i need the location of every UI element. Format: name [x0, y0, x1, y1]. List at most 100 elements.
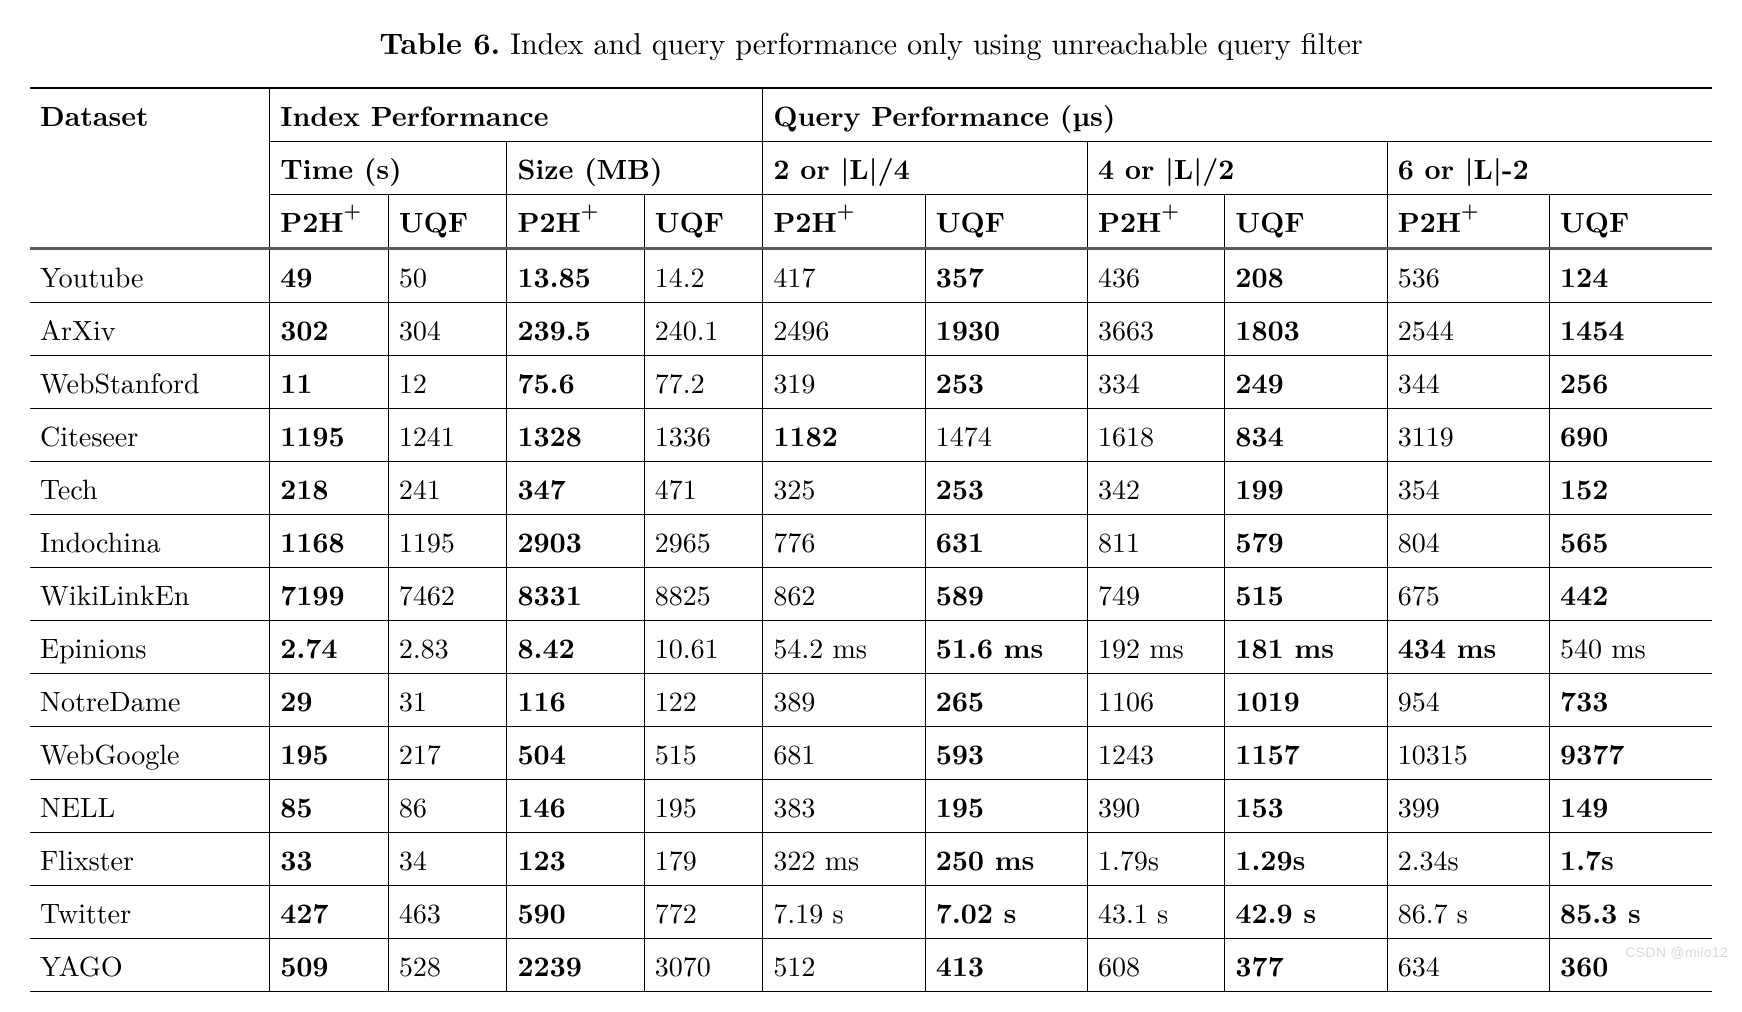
- cell-t_p2h: 302: [270, 303, 389, 356]
- cell-s_uqf: 471: [644, 462, 763, 515]
- cell-t_p2h: 85: [270, 780, 389, 833]
- cell-q1u: 195: [925, 780, 1087, 833]
- col-time-uqf: UQF: [388, 195, 507, 249]
- dataset-name: Twitter: [30, 886, 270, 939]
- cell-q1u: 51.6 ms: [925, 621, 1087, 674]
- table-row: Tech218241347471325253342199354152: [30, 462, 1712, 515]
- cell-t_p2h: 49: [270, 249, 389, 303]
- cell-q2p: 1618: [1088, 409, 1225, 462]
- dataset-name: Youtube: [30, 249, 270, 303]
- cell-q1p: 776: [763, 515, 925, 568]
- col-q3-uqf: UQF: [1550, 195, 1713, 249]
- col-q2: 4 or |L|/2: [1088, 142, 1388, 195]
- cell-t_uqf: 463: [388, 886, 507, 939]
- dataset-name: ArXiv: [30, 303, 270, 356]
- cell-q2u: 208: [1225, 249, 1387, 303]
- table-row: WikiLinkEn719974628331882586258974951567…: [30, 568, 1712, 621]
- cell-t_uqf: 31: [388, 674, 507, 727]
- col-time: Time (s): [270, 142, 507, 195]
- cell-q3p: 86.7 s: [1387, 886, 1549, 939]
- cell-q3p: 634: [1387, 939, 1549, 992]
- cell-q3p: 536: [1387, 249, 1549, 303]
- cell-t_p2h: 1168: [270, 515, 389, 568]
- cell-s_p2h: 2239: [507, 939, 644, 992]
- header-row-3: P2H+ UQF P2H+ UQF P2H+ UQF P2H+ UQF P2H+…: [30, 195, 1712, 249]
- cell-q3u: 540 ms: [1550, 621, 1713, 674]
- cell-q2p: 390: [1088, 780, 1225, 833]
- cell-s_p2h: 13.85: [507, 249, 644, 303]
- cell-t_p2h: 33: [270, 833, 389, 886]
- col-time-p2h: P2H+: [270, 195, 389, 249]
- cell-t_uqf: 304: [388, 303, 507, 356]
- table-label: Table 6.: [379, 20, 500, 63]
- cell-q2u: 1.29s: [1225, 833, 1387, 886]
- cell-s_uqf: 14.2: [644, 249, 763, 303]
- cell-t_uqf: 1195: [388, 515, 507, 568]
- col-query-performance: Query Performance (µs): [763, 88, 1712, 142]
- cell-q3p: 3119: [1387, 409, 1549, 462]
- cell-q1p: 325: [763, 462, 925, 515]
- cell-q2p: 334: [1088, 356, 1225, 409]
- cell-q1p: 417: [763, 249, 925, 303]
- cell-t_uqf: 86: [388, 780, 507, 833]
- cell-q1p: 54.2 ms: [763, 621, 925, 674]
- cell-q1p: 681: [763, 727, 925, 780]
- dataset-name: Citeseer: [30, 409, 270, 462]
- col-size-uqf: UQF: [644, 195, 763, 249]
- cell-q2u: 249: [1225, 356, 1387, 409]
- cell-s_p2h: 123: [507, 833, 644, 886]
- cell-t_p2h: 509: [270, 939, 389, 992]
- table-row: Indochina1168119529032965776631811579804…: [30, 515, 1712, 568]
- cell-q1u: 253: [925, 356, 1087, 409]
- cell-t_uqf: 12: [388, 356, 507, 409]
- cell-q1u: 357: [925, 249, 1087, 303]
- cell-s_p2h: 8.42: [507, 621, 644, 674]
- cell-t_p2h: 7199: [270, 568, 389, 621]
- cell-q3p: 675: [1387, 568, 1549, 621]
- dataset-name: WikiLinkEn: [30, 568, 270, 621]
- cell-q3u: 124: [1550, 249, 1713, 303]
- header-row-1: Dataset Index Performance Query Performa…: [30, 88, 1712, 142]
- cell-t_uqf: 528: [388, 939, 507, 992]
- cell-q3u: 149: [1550, 780, 1713, 833]
- cell-q1p: 2496: [763, 303, 925, 356]
- col-size-p2h: P2H+: [507, 195, 644, 249]
- cell-q1u: 253: [925, 462, 1087, 515]
- cell-q3p: 354: [1387, 462, 1549, 515]
- cell-q1u: 250 ms: [925, 833, 1087, 886]
- cell-q2p: 608: [1088, 939, 1225, 992]
- cell-t_uqf: 217: [388, 727, 507, 780]
- cell-t_p2h: 195: [270, 727, 389, 780]
- cell-q2p: 811: [1088, 515, 1225, 568]
- cell-t_p2h: 1195: [270, 409, 389, 462]
- cell-q1p: 7.19 s: [763, 886, 925, 939]
- table-row: WebStanford111275.677.231925333424934425…: [30, 356, 1712, 409]
- col-q3-p2h: P2H+: [1387, 195, 1549, 249]
- cell-q2u: 153: [1225, 780, 1387, 833]
- table-caption: Table 6. Index and query performance onl…: [30, 20, 1712, 63]
- col-q1-p2h: P2H+: [763, 195, 925, 249]
- cell-q3u: 733: [1550, 674, 1713, 727]
- cell-q2p: 43.1 s: [1088, 886, 1225, 939]
- cell-q2p: 3663: [1088, 303, 1225, 356]
- cell-s_uqf: 10.61: [644, 621, 763, 674]
- cell-q1p: 383: [763, 780, 925, 833]
- cell-q2u: 181 ms: [1225, 621, 1387, 674]
- dataset-name: NotreDame: [30, 674, 270, 727]
- cell-s_p2h: 590: [507, 886, 644, 939]
- cell-q2p: 192 ms: [1088, 621, 1225, 674]
- cell-q3p: 954: [1387, 674, 1549, 727]
- cell-s_p2h: 2903: [507, 515, 644, 568]
- cell-q2u: 1803: [1225, 303, 1387, 356]
- dataset-name: Flixster: [30, 833, 270, 886]
- table-row: Flixster3334123179322 ms250 ms1.79s1.29s…: [30, 833, 1712, 886]
- table-row: NotreDame293111612238926511061019954733: [30, 674, 1712, 727]
- cell-q3u: 565: [1550, 515, 1713, 568]
- cell-q1u: 265: [925, 674, 1087, 727]
- cell-s_uqf: 77.2: [644, 356, 763, 409]
- cell-q3u: 442: [1550, 568, 1713, 621]
- cell-q1p: 389: [763, 674, 925, 727]
- cell-q2p: 436: [1088, 249, 1225, 303]
- cell-s_uqf: 179: [644, 833, 763, 886]
- cell-s_uqf: 122: [644, 674, 763, 727]
